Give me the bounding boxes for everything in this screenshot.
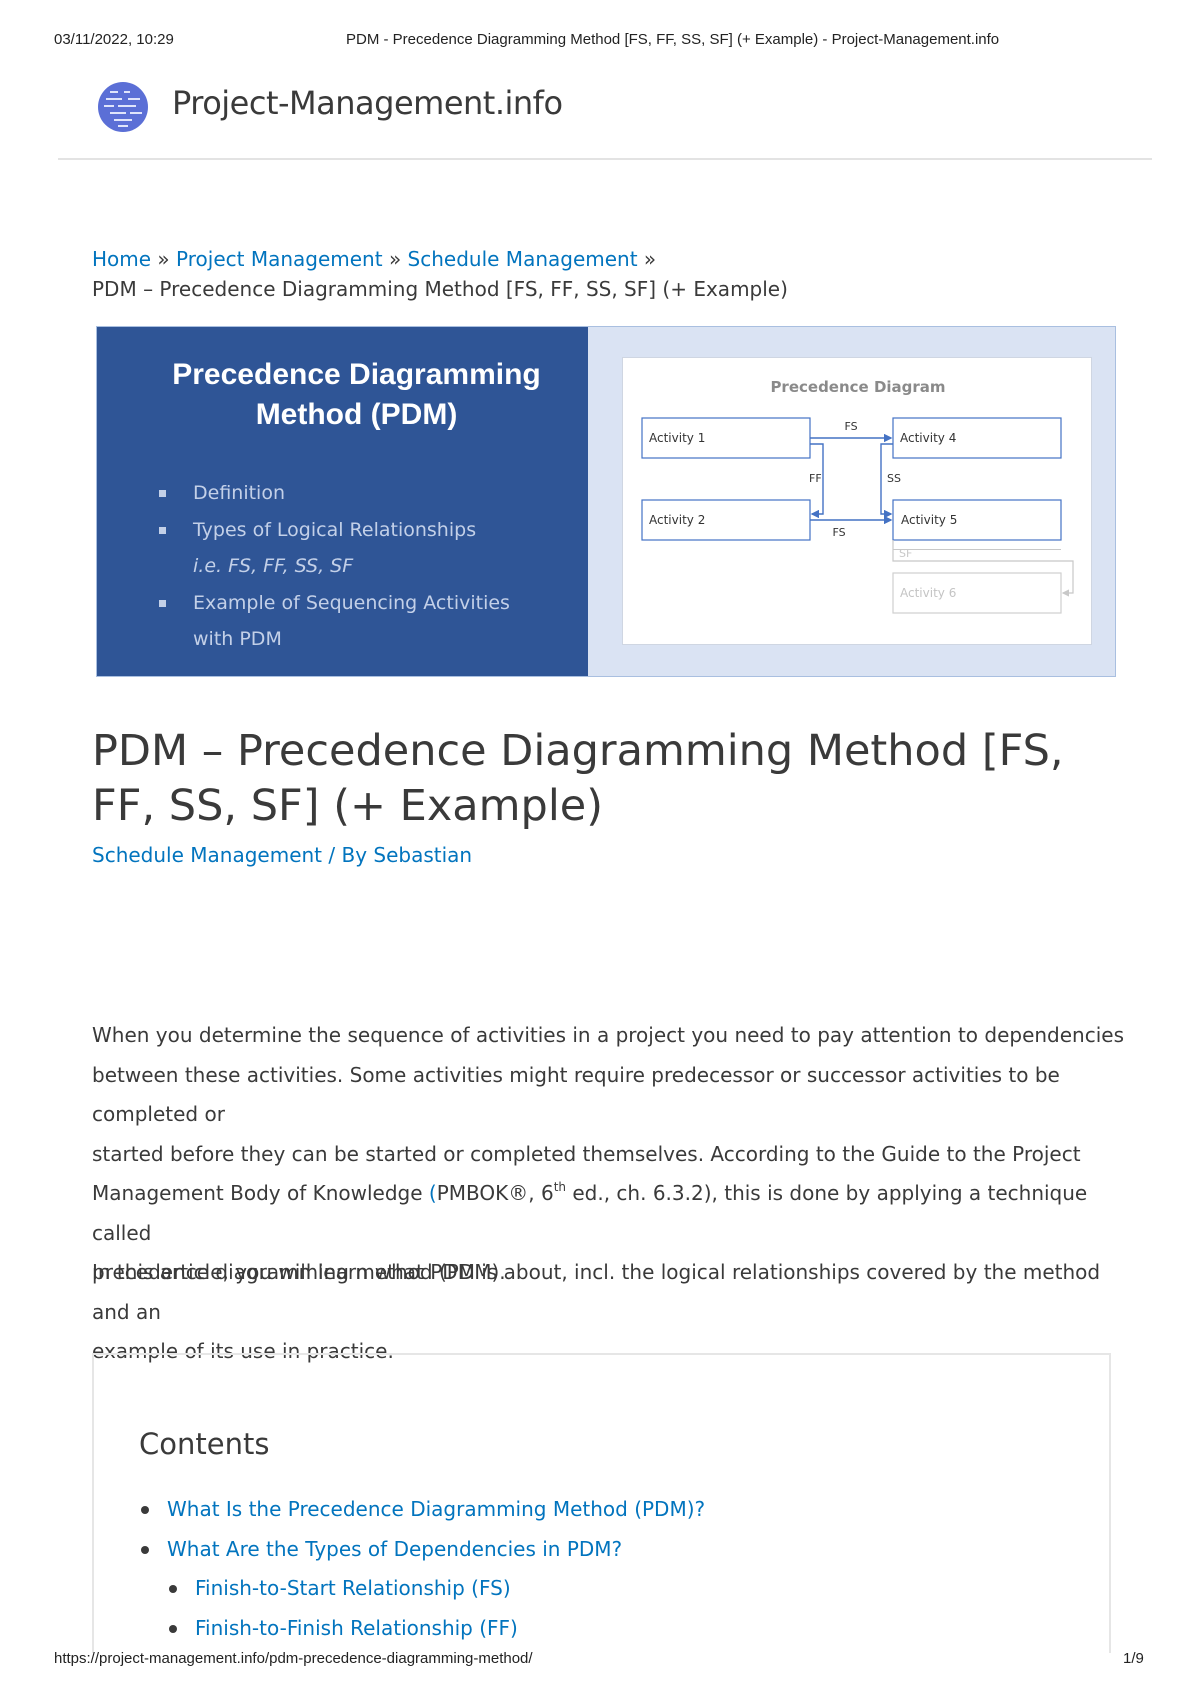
- banner-bullet-text: Example of Sequencing Activities: [193, 591, 510, 614]
- breadcrumb-current: PDM – Precedence Diagramming Method [FS,…: [92, 277, 788, 301]
- banner-bullet-cont: with PDM: [159, 621, 510, 658]
- activity-6-label: Activity 6: [900, 586, 956, 600]
- square-bullet-icon: [159, 526, 166, 534]
- breadcrumb: Home » Project Management » Schedule Man…: [92, 244, 656, 274]
- toc-subitem[interactable]: Finish-to-Finish Relationship (FF): [167, 1609, 705, 1649]
- sf-line: [893, 549, 1061, 550]
- breadcrumb-separator: »: [388, 247, 402, 271]
- author-link[interactable]: Sebastian: [373, 843, 472, 867]
- banner-bullet-text: Types of Logical Relationships: [193, 518, 477, 541]
- breadcrumb-project-management[interactable]: Project Management: [176, 247, 383, 271]
- toc-heading: Contents: [139, 1427, 270, 1461]
- superscript: th: [553, 1180, 566, 1194]
- print-page-title: PDM - Precedence Diagramming Method [FS,…: [346, 31, 1000, 48]
- square-bullet-icon: [159, 599, 166, 607]
- site-name[interactable]: Project-Management.info: [172, 84, 563, 122]
- print-url: https://project-management.info/pdm-prec…: [54, 1650, 533, 1667]
- toc-subitem[interactable]: Finish-to-Start Relationship (FS): [167, 1569, 705, 1609]
- toc-item[interactable]: What Is the Precedence Diagramming Metho…: [139, 1490, 705, 1530]
- intro-paragraph: When you determine the sequence of activ…: [92, 1016, 1132, 1293]
- ff-label: FF: [809, 472, 822, 485]
- toc-link[interactable]: What Is the Precedence Diagramming Metho…: [167, 1497, 705, 1521]
- fs-label-top: FS: [844, 420, 857, 433]
- toc-list: What Is the Precedence Diagramming Metho…: [139, 1490, 705, 1648]
- bullet-icon: [169, 1624, 177, 1633]
- paragraph-line: Management Body of Knowledge (PMBOK®, 6t…: [92, 1174, 1132, 1253]
- breadcrumb-schedule-management[interactable]: Schedule Management: [408, 247, 638, 271]
- text: Management Body of Knowledge: [92, 1181, 429, 1205]
- article-title: PDM – Precedence Diagramming Method [FS,…: [92, 726, 1064, 831]
- banner-title-line1: Precedence Diagramming: [172, 358, 541, 391]
- toc-link[interactable]: What Are the Types of Dependencies in PD…: [167, 1537, 622, 1561]
- print-datetime: 03/11/2022, 10:29: [54, 31, 174, 48]
- paragraph-line: between these activities. Some activitie…: [92, 1062, 1060, 1127]
- paragraph-line: When you determine the sequence of activ…: [92, 1023, 1125, 1047]
- bullet-icon: [169, 1585, 177, 1593]
- bullet-icon: [141, 1506, 149, 1514]
- byline-separator: / By: [322, 843, 374, 867]
- banner-title-line2: Method (PDM): [255, 398, 458, 431]
- sf-label: SF: [899, 547, 912, 560]
- pmbok-link[interactable]: (: [429, 1181, 437, 1205]
- toc-link[interactable]: Finish-to-Start Relationship (FS): [195, 1576, 511, 1600]
- precedence-diagram: Precedence Diagram Activity 1 Activity 2…: [622, 357, 1092, 645]
- banner-bullets: Definition Types of Logical Relationship…: [159, 475, 510, 658]
- banner-bullet-text: Definition: [193, 482, 286, 504]
- banner-bullet-sub: i.e. FS, FF, SS, SF: [159, 548, 510, 585]
- banner-bullet: Example of Sequencing Activities: [159, 585, 510, 622]
- breadcrumb-separator: »: [643, 247, 657, 271]
- featured-image: Precedence Diagramming Method (PDM) Defi…: [96, 326, 1116, 677]
- activity-5-label: Activity 5: [901, 513, 957, 527]
- print-page-number: 1/9: [1123, 1650, 1144, 1667]
- banner-bullet-subtext: i.e. FS, FF, SS, SF: [193, 555, 354, 577]
- banner-bullet-continuation: with PDM: [193, 628, 282, 650]
- fs-label-bottom: FS: [832, 526, 845, 539]
- ss-label: SS: [887, 472, 901, 485]
- category-link[interactable]: Schedule Management: [92, 843, 322, 867]
- site-logo-icon[interactable]: [96, 80, 150, 134]
- banner-bullet: Types of Logical Relationships: [159, 512, 510, 549]
- toc-link[interactable]: Finish-to-Finish Relationship (FF): [195, 1616, 518, 1640]
- square-bullet-icon: [159, 490, 166, 497]
- toc-item[interactable]: What Are the Types of Dependencies in PD…: [139, 1530, 705, 1570]
- breadcrumb-separator: »: [157, 247, 170, 271]
- activity-4-label: Activity 4: [900, 431, 956, 445]
- banner-title: Precedence Diagramming Method (PDM): [97, 355, 588, 435]
- diagram-title: Precedence Diagram: [770, 378, 945, 396]
- text: PMBOK®, 6: [436, 1181, 554, 1205]
- header-divider: [58, 158, 1152, 160]
- article-meta: Schedule Management / By Sebastian: [92, 843, 472, 867]
- paragraph-line: started before they can be started or co…: [92, 1141, 1081, 1166]
- activity-2-label: Activity 2: [649, 513, 705, 527]
- banner-bullet: Definition: [159, 475, 510, 512]
- table-of-contents: Contents What Is the Precedence Diagramm…: [92, 1353, 1111, 1653]
- activity-1-label: Activity 1: [649, 431, 705, 445]
- banner-left-panel: Precedence Diagramming Method (PDM) Defi…: [97, 327, 588, 676]
- paragraph-line: In this article, you will learn what PDM…: [92, 1260, 1101, 1324]
- breadcrumb-home[interactable]: Home: [92, 247, 151, 271]
- bullet-icon: [141, 1545, 149, 1554]
